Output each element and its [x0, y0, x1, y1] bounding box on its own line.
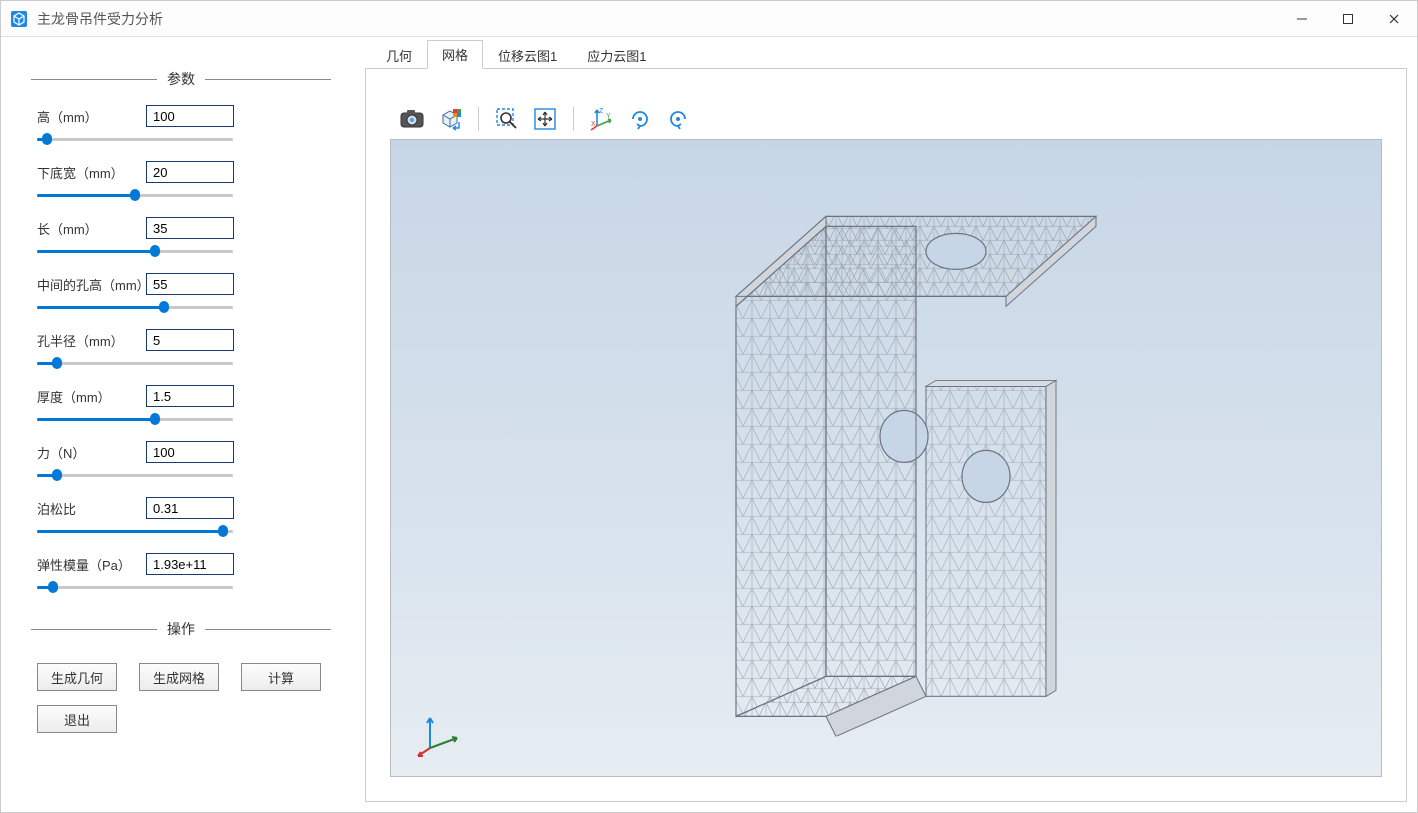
viewport-toolbar: Z Y X — [390, 99, 1382, 139]
param-slider[interactable] — [31, 243, 331, 259]
param-input[interactable] — [146, 217, 234, 239]
param-slider[interactable] — [31, 299, 331, 315]
param-slider[interactable] — [31, 467, 331, 483]
minimize-button[interactable] — [1279, 1, 1325, 37]
param-label: 厚度（mm） — [31, 387, 146, 406]
param-slider[interactable] — [31, 131, 331, 147]
view-cube-icon[interactable] — [434, 103, 466, 135]
svg-text:X: X — [591, 121, 596, 128]
param-row: 孔半径（mm） — [31, 329, 331, 351]
param-label: 力（N） — [31, 443, 146, 462]
section-header-params: 参数 — [31, 69, 331, 89]
titlebar: 主龙骨吊件受力分析 — [1, 1, 1417, 37]
gen-geom-button[interactable]: 生成几何 — [37, 663, 117, 691]
gen-mesh-button[interactable]: 生成网格 — [139, 663, 219, 691]
fit-screen-icon[interactable] — [529, 103, 561, 135]
toolbar-separator — [573, 107, 574, 131]
param-row: 力（N） — [31, 441, 331, 463]
tab[interactable]: 网格 — [427, 40, 483, 69]
close-button[interactable] — [1371, 1, 1417, 37]
params-container: 高（mm） 下底宽（mm） 长（mm） 中间的孔高（mm） 孔半径（mm） 厚度（mm） 力… — [31, 105, 331, 595]
divider — [205, 79, 331, 80]
section-title-ops: 操作 — [157, 619, 205, 639]
tab[interactable]: 几何 — [371, 41, 427, 69]
main: 几何网格位移云图1应力云图1 — [361, 37, 1417, 812]
param-input[interactable] — [146, 553, 234, 575]
param-slider[interactable] — [31, 579, 331, 595]
sidebar: 参数 高（mm） 下底宽（mm） 长（mm） 中间的孔高（mm） 孔半径（mm） 厚度（m… — [1, 37, 361, 812]
section-header-ops: 操作 — [31, 619, 331, 639]
toolbar-separator — [478, 107, 479, 131]
viewport-canvas[interactable] — [390, 139, 1382, 777]
zoom-box-icon[interactable] — [491, 103, 523, 135]
tab[interactable]: 应力云图1 — [572, 41, 661, 69]
maximize-button[interactable] — [1325, 1, 1371, 37]
app-window: 主龙骨吊件受力分析 参数 高（mm） 下底宽（mm） 长（mm） 中间的孔高（mm） 孔… — [0, 0, 1418, 813]
param-slider[interactable] — [31, 523, 331, 539]
mesh-model — [626, 156, 1146, 736]
rotate-ccw-icon[interactable] — [662, 103, 694, 135]
exit-button[interactable]: 退出 — [37, 705, 117, 733]
body: 参数 高（mm） 下底宽（mm） 长（mm） 中间的孔高（mm） 孔半径（mm） 厚度（m… — [1, 37, 1417, 812]
param-label: 长（mm） — [31, 219, 146, 238]
param-input[interactable] — [146, 385, 234, 407]
ops-buttons: 生成几何 生成网格 计算 退出 — [31, 655, 331, 733]
param-label: 高（mm） — [31, 107, 146, 126]
viewport-wrap: Z Y X — [365, 69, 1407, 802]
tab[interactable]: 位移云图1 — [483, 41, 572, 69]
param-row: 弹性模量（Pa） — [31, 553, 331, 575]
param-slider[interactable] — [31, 355, 331, 371]
window-title: 主龙骨吊件受力分析 — [37, 9, 163, 29]
param-input[interactable] — [146, 441, 234, 463]
param-label: 泊松比 — [31, 499, 146, 518]
divider — [205, 629, 331, 630]
camera-icon[interactable] — [396, 103, 428, 135]
param-slider[interactable] — [31, 187, 331, 203]
param-row: 高（mm） — [31, 105, 331, 127]
tabs: 几何网格位移云图1应力云图1 — [365, 41, 1407, 69]
compute-button[interactable]: 计算 — [241, 663, 321, 691]
param-row: 长（mm） — [31, 217, 331, 239]
svg-text:Y: Y — [606, 113, 611, 120]
param-label: 下底宽（mm） — [31, 163, 146, 182]
orientation-triad-icon — [415, 708, 465, 758]
param-input[interactable] — [146, 273, 234, 295]
param-row: 中间的孔高（mm） — [31, 273, 331, 295]
divider — [31, 629, 157, 630]
section-title-params: 参数 — [157, 69, 205, 89]
param-input[interactable] — [146, 105, 234, 127]
app-icon — [9, 9, 29, 29]
param-label: 弹性模量（Pa） — [31, 555, 146, 574]
param-slider[interactable] — [31, 411, 331, 427]
param-row: 下底宽（mm） — [31, 161, 331, 183]
param-row: 泊松比 — [31, 497, 331, 519]
param-input[interactable] — [146, 497, 234, 519]
param-row: 厚度（mm） — [31, 385, 331, 407]
param-label: 孔半径（mm） — [31, 331, 146, 350]
rotate-cw-icon[interactable] — [624, 103, 656, 135]
param-input[interactable] — [146, 161, 234, 183]
svg-text:Z: Z — [599, 108, 604, 115]
param-input[interactable] — [146, 329, 234, 351]
divider — [31, 79, 157, 80]
axes-icon[interactable]: Z Y X — [586, 103, 618, 135]
param-label: 中间的孔高（mm） — [31, 275, 146, 294]
